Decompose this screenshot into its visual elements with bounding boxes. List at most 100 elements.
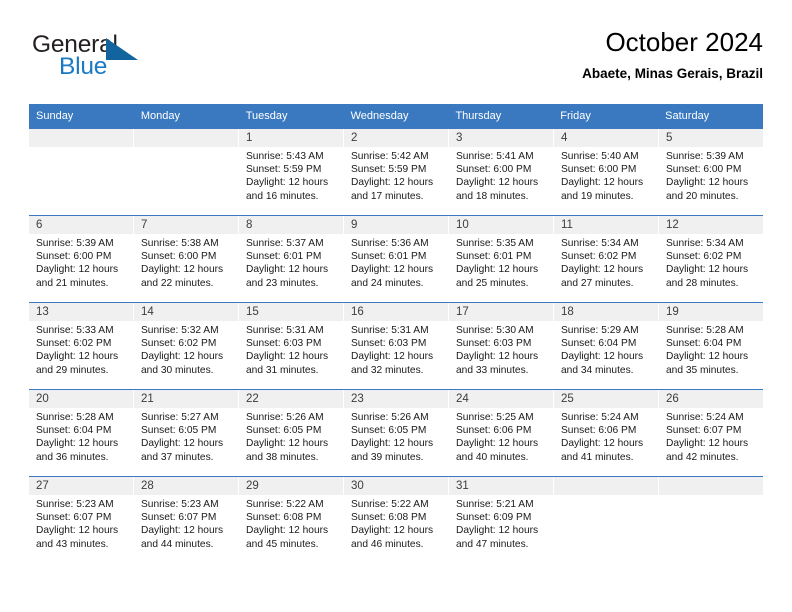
daylight-text-line1: Daylight: 12 hours [666, 177, 749, 189]
sunset-text: Sunset: 6:03 PM [351, 338, 427, 350]
day-cell[interactable]: 27 Sunrise: 5:23 AM Sunset: 6:07 PM Dayl… [29, 477, 134, 563]
sunrise-text: Sunrise: 5:39 AM [666, 151, 744, 162]
day-cell[interactable]: 5 Sunrise: 5:39 AM Sunset: 6:00 PM Dayli… [659, 129, 763, 215]
day-cell[interactable]: 1 Sunrise: 5:43 AM Sunset: 5:59 PM Dayli… [239, 129, 344, 215]
day-number [554, 477, 658, 495]
day-cell[interactable]: 10 Sunrise: 5:35 AM Sunset: 6:01 PM Dayl… [449, 216, 554, 302]
sunrise-text: Sunrise: 5:34 AM [561, 238, 639, 249]
day-details: Sunrise: 5:30 AM Sunset: 6:03 PM Dayligh… [449, 321, 553, 377]
day-cell[interactable]: 16 Sunrise: 5:31 AM Sunset: 6:03 PM Dayl… [344, 303, 449, 389]
day-cell[interactable]: 17 Sunrise: 5:30 AM Sunset: 6:03 PM Dayl… [449, 303, 554, 389]
daylight-text-line1: Daylight: 12 hours [666, 351, 749, 363]
sunset-text: Sunset: 6:03 PM [246, 338, 322, 350]
day-cell[interactable]: 22 Sunrise: 5:26 AM Sunset: 6:05 PM Dayl… [239, 390, 344, 476]
daylight-text-line1: Daylight: 12 hours [351, 438, 434, 450]
day-cell[interactable]: 14 Sunrise: 5:32 AM Sunset: 6:02 PM Dayl… [134, 303, 239, 389]
sunrise-text: Sunrise: 5:27 AM [141, 412, 219, 423]
daylight-text-line2: and 32 minutes. [351, 364, 424, 376]
day-cell[interactable]: 31 Sunrise: 5:21 AM Sunset: 6:09 PM Dayl… [449, 477, 554, 563]
day-details: Sunrise: 5:40 AM Sunset: 6:00 PM Dayligh… [554, 147, 658, 203]
sunrise-text: Sunrise: 5:26 AM [246, 412, 324, 423]
sunset-text: Sunset: 6:01 PM [246, 251, 322, 263]
day-cell[interactable]: 26 Sunrise: 5:24 AM Sunset: 6:07 PM Dayl… [659, 390, 763, 476]
daylight-text-line1: Daylight: 12 hours [246, 264, 329, 276]
day-cell[interactable] [554, 477, 659, 563]
sunrise-text: Sunrise: 5:29 AM [561, 325, 639, 336]
day-details: Sunrise: 5:26 AM Sunset: 6:05 PM Dayligh… [344, 408, 448, 464]
day-cell[interactable]: 8 Sunrise: 5:37 AM Sunset: 6:01 PM Dayli… [239, 216, 344, 302]
day-cell[interactable]: 9 Sunrise: 5:36 AM Sunset: 6:01 PM Dayli… [344, 216, 449, 302]
day-cell[interactable]: 3 Sunrise: 5:41 AM Sunset: 6:00 PM Dayli… [449, 129, 554, 215]
day-cell[interactable]: 29 Sunrise: 5:22 AM Sunset: 6:08 PM Dayl… [239, 477, 344, 563]
daylight-text-line2: and 45 minutes. [246, 538, 319, 550]
day-number: 25 [554, 390, 658, 408]
sunset-text: Sunset: 6:00 PM [456, 164, 532, 176]
sunrise-text: Sunrise: 5:28 AM [36, 412, 114, 423]
day-details: Sunrise: 5:22 AM Sunset: 6:08 PM Dayligh… [239, 495, 343, 551]
daylight-text-line1: Daylight: 12 hours [36, 264, 119, 276]
day-cell[interactable]: 13 Sunrise: 5:33 AM Sunset: 6:02 PM Dayl… [29, 303, 134, 389]
day-cell[interactable]: 18 Sunrise: 5:29 AM Sunset: 6:04 PM Dayl… [554, 303, 659, 389]
sunset-text: Sunset: 6:03 PM [456, 338, 532, 350]
day-cell[interactable]: 21 Sunrise: 5:27 AM Sunset: 6:05 PM Dayl… [134, 390, 239, 476]
week-row: 20 Sunrise: 5:28 AM Sunset: 6:04 PM Dayl… [29, 389, 763, 476]
sunrise-text: Sunrise: 5:25 AM [456, 412, 534, 423]
sunrise-text: Sunrise: 5:31 AM [246, 325, 324, 336]
sunset-text: Sunset: 6:00 PM [36, 251, 112, 263]
day-number: 15 [239, 303, 343, 321]
sunrise-text: Sunrise: 5:39 AM [36, 238, 114, 249]
daylight-text-line1: Daylight: 12 hours [36, 438, 119, 450]
day-cell[interactable]: 24 Sunrise: 5:25 AM Sunset: 6:06 PM Dayl… [449, 390, 554, 476]
day-cell[interactable]: 12 Sunrise: 5:34 AM Sunset: 6:02 PM Dayl… [659, 216, 763, 302]
day-cell[interactable]: 2 Sunrise: 5:42 AM Sunset: 5:59 PM Dayli… [344, 129, 449, 215]
daylight-text-line2: and 43 minutes. [36, 538, 109, 550]
day-cell[interactable] [659, 477, 763, 563]
day-cell[interactable] [134, 129, 239, 215]
sunset-text: Sunset: 6:02 PM [561, 251, 637, 263]
daylight-text-line1: Daylight: 12 hours [351, 177, 434, 189]
sunset-text: Sunset: 6:01 PM [351, 251, 427, 263]
daylight-text-line1: Daylight: 12 hours [141, 525, 224, 537]
day-cell[interactable]: 19 Sunrise: 5:28 AM Sunset: 6:04 PM Dayl… [659, 303, 763, 389]
daylight-text-line1: Daylight: 12 hours [456, 177, 539, 189]
daylight-text-line2: and 36 minutes. [36, 451, 109, 463]
calendar-page: General Blue October 2024 Abaete, Minas … [0, 0, 792, 612]
day-number [29, 129, 133, 147]
day-number: 17 [449, 303, 553, 321]
daylight-text-line2: and 18 minutes. [456, 190, 529, 202]
day-cell[interactable] [29, 129, 134, 215]
day-cell[interactable]: 28 Sunrise: 5:23 AM Sunset: 6:07 PM Dayl… [134, 477, 239, 563]
daylight-text-line2: and 17 minutes. [351, 190, 424, 202]
day-details: Sunrise: 5:41 AM Sunset: 6:00 PM Dayligh… [449, 147, 553, 203]
day-cell[interactable]: 25 Sunrise: 5:24 AM Sunset: 6:06 PM Dayl… [554, 390, 659, 476]
daylight-text-line1: Daylight: 12 hours [666, 264, 749, 276]
day-details: Sunrise: 5:34 AM Sunset: 6:02 PM Dayligh… [659, 234, 763, 290]
daylight-text-line2: and 34 minutes. [561, 364, 634, 376]
day-details: Sunrise: 5:28 AM Sunset: 6:04 PM Dayligh… [29, 408, 133, 464]
day-details: Sunrise: 5:35 AM Sunset: 6:01 PM Dayligh… [449, 234, 553, 290]
sunrise-text: Sunrise: 5:40 AM [561, 151, 639, 162]
day-details: Sunrise: 5:28 AM Sunset: 6:04 PM Dayligh… [659, 321, 763, 377]
general-blue-logo[interactable]: General Blue [29, 26, 249, 86]
sunset-text: Sunset: 6:00 PM [141, 251, 217, 263]
logo-triangle-icon [106, 38, 138, 60]
weekday-header-monday: Monday [140, 110, 180, 122]
daylight-text-line2: and 21 minutes. [36, 277, 109, 289]
day-cell[interactable]: 7 Sunrise: 5:38 AM Sunset: 6:00 PM Dayli… [134, 216, 239, 302]
day-cell[interactable]: 23 Sunrise: 5:26 AM Sunset: 6:05 PM Dayl… [344, 390, 449, 476]
day-cell[interactable]: 4 Sunrise: 5:40 AM Sunset: 6:00 PM Dayli… [554, 129, 659, 215]
day-cell[interactable]: 20 Sunrise: 5:28 AM Sunset: 6:04 PM Dayl… [29, 390, 134, 476]
sunset-text: Sunset: 6:02 PM [141, 338, 217, 350]
day-details: Sunrise: 5:26 AM Sunset: 6:05 PM Dayligh… [239, 408, 343, 464]
day-details: Sunrise: 5:39 AM Sunset: 6:00 PM Dayligh… [659, 147, 763, 203]
day-number: 1 [239, 129, 343, 147]
sunrise-text: Sunrise: 5:36 AM [351, 238, 429, 249]
day-cell[interactable]: 15 Sunrise: 5:31 AM Sunset: 6:03 PM Dayl… [239, 303, 344, 389]
day-details: Sunrise: 5:23 AM Sunset: 6:07 PM Dayligh… [134, 495, 238, 551]
day-cell[interactable]: 6 Sunrise: 5:39 AM Sunset: 6:00 PM Dayli… [29, 216, 134, 302]
day-cell[interactable]: 11 Sunrise: 5:34 AM Sunset: 6:02 PM Dayl… [554, 216, 659, 302]
day-number: 18 [554, 303, 658, 321]
day-details: Sunrise: 5:21 AM Sunset: 6:09 PM Dayligh… [449, 495, 553, 551]
daylight-text-line1: Daylight: 12 hours [561, 351, 644, 363]
day-cell[interactable]: 30 Sunrise: 5:22 AM Sunset: 6:08 PM Dayl… [344, 477, 449, 563]
